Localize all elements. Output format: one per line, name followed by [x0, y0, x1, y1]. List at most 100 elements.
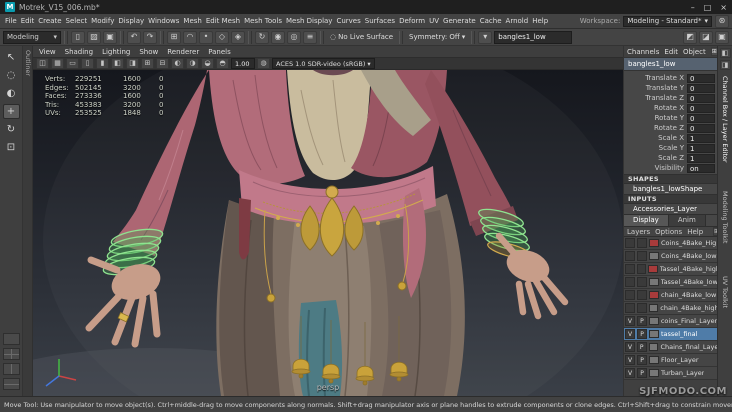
- snap-to-curves-icon[interactable]: ◠: [183, 30, 197, 44]
- selection-field-mode-icon[interactable]: ▾: [478, 30, 493, 44]
- layer-visibility-toggle[interactable]: V: [625, 355, 635, 365]
- menu-mesh[interactable]: Mesh: [181, 17, 203, 25]
- layer-visibility-toggle[interactable]: [625, 290, 635, 300]
- menu-layers[interactable]: Layers: [627, 228, 650, 236]
- undo-icon[interactable]: ↶: [127, 30, 141, 44]
- panel-menu-lighting[interactable]: Lighting: [102, 48, 130, 56]
- panel-menu-show[interactable]: Show: [139, 48, 158, 56]
- menu-edit-mesh[interactable]: Edit Mesh: [204, 17, 242, 25]
- view-transform-dropdown[interactable]: ACES 1.0 SDR-video (sRGB) ▾: [272, 58, 375, 69]
- layout-four-view-button[interactable]: [2, 348, 20, 360]
- tab-channel-box-layer-editor[interactable]: Channel Box / Layer Editor: [721, 76, 729, 163]
- layer-row[interactable]: V P Floor_Layer: [624, 354, 717, 367]
- layer-color-swatch[interactable]: [648, 265, 658, 273]
- snap-to-planes-icon[interactable]: ◇: [215, 30, 229, 44]
- redo-icon[interactable]: ↷: [143, 30, 157, 44]
- layer-row[interactable]: chain_4Bake_high: [624, 302, 717, 315]
- channel-name[interactable]: Rotate Z: [626, 124, 687, 132]
- layer-row[interactable]: chain_4Bake_low: [624, 289, 717, 302]
- layer-color-swatch[interactable]: [648, 304, 659, 312]
- shadows-icon[interactable]: ◑: [186, 58, 199, 69]
- outliner-collapsed-tab[interactable]: Outliner: [23, 46, 33, 396]
- panel-menu-renderer[interactable]: Renderer: [167, 48, 199, 56]
- channel-value[interactable]: 1: [687, 143, 715, 153]
- layer-row[interactable]: V P Chains_final_Laye: [624, 341, 717, 354]
- menu-display[interactable]: Display: [116, 17, 146, 25]
- move-tool-icon[interactable]: +: [2, 104, 20, 119]
- lighting-icon[interactable]: ◐: [171, 58, 184, 69]
- channel-value[interactable]: 0: [687, 83, 715, 93]
- new-scene-icon[interactable]: ▯: [71, 30, 85, 44]
- workspace-settings-icon[interactable]: ⊛: [715, 14, 729, 28]
- menu-generate[interactable]: Generate: [441, 17, 478, 25]
- layer-visibility-toggle[interactable]: V: [625, 342, 635, 352]
- ambient-occlusion-icon[interactable]: ◒: [201, 58, 214, 69]
- safe-action-icon[interactable]: ◧: [111, 58, 124, 69]
- layer-visibility-toggle[interactable]: [625, 251, 635, 261]
- open-scene-icon[interactable]: ▨: [87, 30, 101, 44]
- channel-value[interactable]: 0: [687, 93, 715, 103]
- panel-menu-panels[interactable]: Panels: [208, 48, 231, 56]
- menu-deform[interactable]: Deform: [397, 17, 427, 25]
- layout-two-pane-button[interactable]: [2, 363, 20, 375]
- layer-color-swatch[interactable]: [648, 278, 659, 286]
- menu-mesh-display[interactable]: Mesh Display: [284, 17, 334, 25]
- viewport-3d[interactable]: Verts: 229251 1600 0 Edges: 502145 3200 0 Face…: [33, 70, 623, 396]
- channel-name[interactable]: Translate X: [626, 74, 687, 82]
- layer-color-swatch[interactable]: [649, 330, 659, 338]
- safe-title-icon[interactable]: ◨: [126, 58, 139, 69]
- layer-visibility-toggle[interactable]: [625, 238, 635, 248]
- channel-name[interactable]: Rotate X: [626, 104, 687, 112]
- channel-name[interactable]: Scale X: [626, 134, 687, 142]
- layer-playback-toggle[interactable]: [636, 277, 647, 287]
- component-selection-mask-icon[interactable]: ▣: [715, 30, 729, 44]
- layer-color-swatch[interactable]: [649, 291, 659, 299]
- exposure-field[interactable]: [231, 58, 255, 69]
- layer-visibility-toggle[interactable]: V: [625, 368, 635, 378]
- select-tool-icon[interactable]: ↖: [3, 50, 20, 65]
- frame-all-icon[interactable]: ⊞: [141, 58, 154, 69]
- menu-cache[interactable]: Cache: [478, 17, 504, 25]
- layer-color-swatch[interactable]: [648, 343, 659, 351]
- menu-surfaces[interactable]: Surfaces: [363, 17, 397, 25]
- tab-channels[interactable]: Channels: [627, 48, 659, 56]
- panel-menu-view[interactable]: View: [39, 48, 56, 56]
- quick-selection-input[interactable]: [494, 30, 573, 44]
- channel-value[interactable]: 0: [687, 113, 715, 123]
- layer-row[interactable]: Coins_4Bake_low: [624, 250, 717, 263]
- tab-display[interactable]: Display: [624, 215, 669, 226]
- channel-name[interactable]: Translate Y: [626, 84, 687, 92]
- layer-color-swatch[interactable]: [649, 356, 659, 364]
- camera-lock-icon[interactable]: ◫: [36, 58, 49, 69]
- make-live-icon[interactable]: ◈: [231, 30, 245, 44]
- tab-object[interactable]: Object: [683, 48, 706, 56]
- channel-value[interactable]: 0: [687, 123, 715, 133]
- character-model-render[interactable]: [33, 70, 623, 396]
- selected-object-name[interactable]: bangles1_low: [624, 58, 717, 71]
- frame-selection-icon[interactable]: ⊟: [156, 58, 169, 69]
- tab-uv-toolkit[interactable]: UV Toolkit: [721, 276, 729, 308]
- minimize-button[interactable]: –: [691, 3, 695, 12]
- render-settings-icon[interactable]: ≡: [303, 30, 317, 44]
- rotate-tool-icon[interactable]: ↻: [3, 122, 20, 137]
- tab-modeling-toolkit[interactable]: Modeling Toolkit: [721, 191, 729, 243]
- object-selection-mask-icon[interactable]: ◪: [699, 30, 713, 44]
- channel-name[interactable]: Translate Z: [626, 94, 687, 102]
- menu-options[interactable]: Options: [655, 228, 682, 236]
- shape-node-name[interactable]: bangles1_lowShape: [624, 184, 717, 194]
- menu-file[interactable]: File: [3, 17, 19, 25]
- channel-name[interactable]: Rotate Y: [626, 114, 687, 122]
- save-scene-icon[interactable]: ▣: [103, 30, 117, 44]
- layer-row[interactable]: Coins_4Bake_Hig: [624, 237, 717, 250]
- layer-playback-toggle[interactable]: [637, 290, 647, 300]
- tab-anim[interactable]: Anim: [668, 215, 706, 226]
- no-live-surface-indicator[interactable]: ◌ No Live Surface: [327, 33, 396, 41]
- layer-playback-toggle[interactable]: P: [636, 316, 647, 326]
- channel-name[interactable]: Scale Y: [626, 144, 687, 152]
- lasso-tool-icon[interactable]: ◌: [3, 68, 20, 83]
- layer-visibility-toggle[interactable]: V: [625, 329, 635, 339]
- layer-row[interactable]: Tassel_4Bake_high: [624, 263, 717, 276]
- menu-select[interactable]: Select: [64, 17, 90, 25]
- maximize-button[interactable]: □: [704, 3, 712, 12]
- layer-playback-toggle[interactable]: P: [637, 329, 647, 339]
